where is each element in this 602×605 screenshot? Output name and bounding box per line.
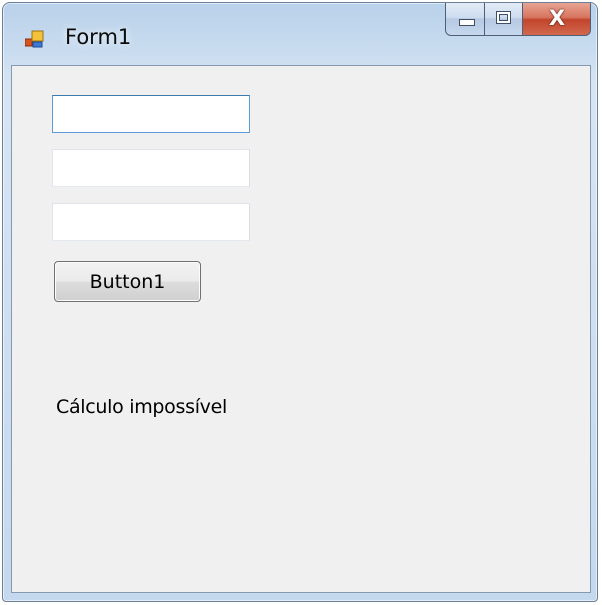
window-title: Form1 xyxy=(65,25,132,49)
textbox1-input[interactable] xyxy=(52,95,250,133)
result-label: Cálculo impossível xyxy=(56,396,227,418)
textbox2-input[interactable] xyxy=(52,149,250,187)
maximize-button[interactable] xyxy=(485,3,523,36)
close-icon: X xyxy=(548,6,566,30)
minimize-icon xyxy=(459,19,475,26)
title-bar[interactable]: Form1 X xyxy=(3,3,597,65)
close-button[interactable]: X xyxy=(523,3,591,36)
caption-buttons: X xyxy=(445,3,591,37)
button1[interactable]: Button1 xyxy=(54,261,201,302)
maximize-icon xyxy=(496,11,511,24)
form-client-area: Button1 Cálculo impossível xyxy=(11,65,591,593)
winforms-app-icon xyxy=(25,30,44,48)
minimize-button[interactable] xyxy=(445,3,485,36)
textbox3-input[interactable] xyxy=(52,203,250,241)
form1-window: Form1 X Button1 Cálculo impossível xyxy=(2,2,598,602)
